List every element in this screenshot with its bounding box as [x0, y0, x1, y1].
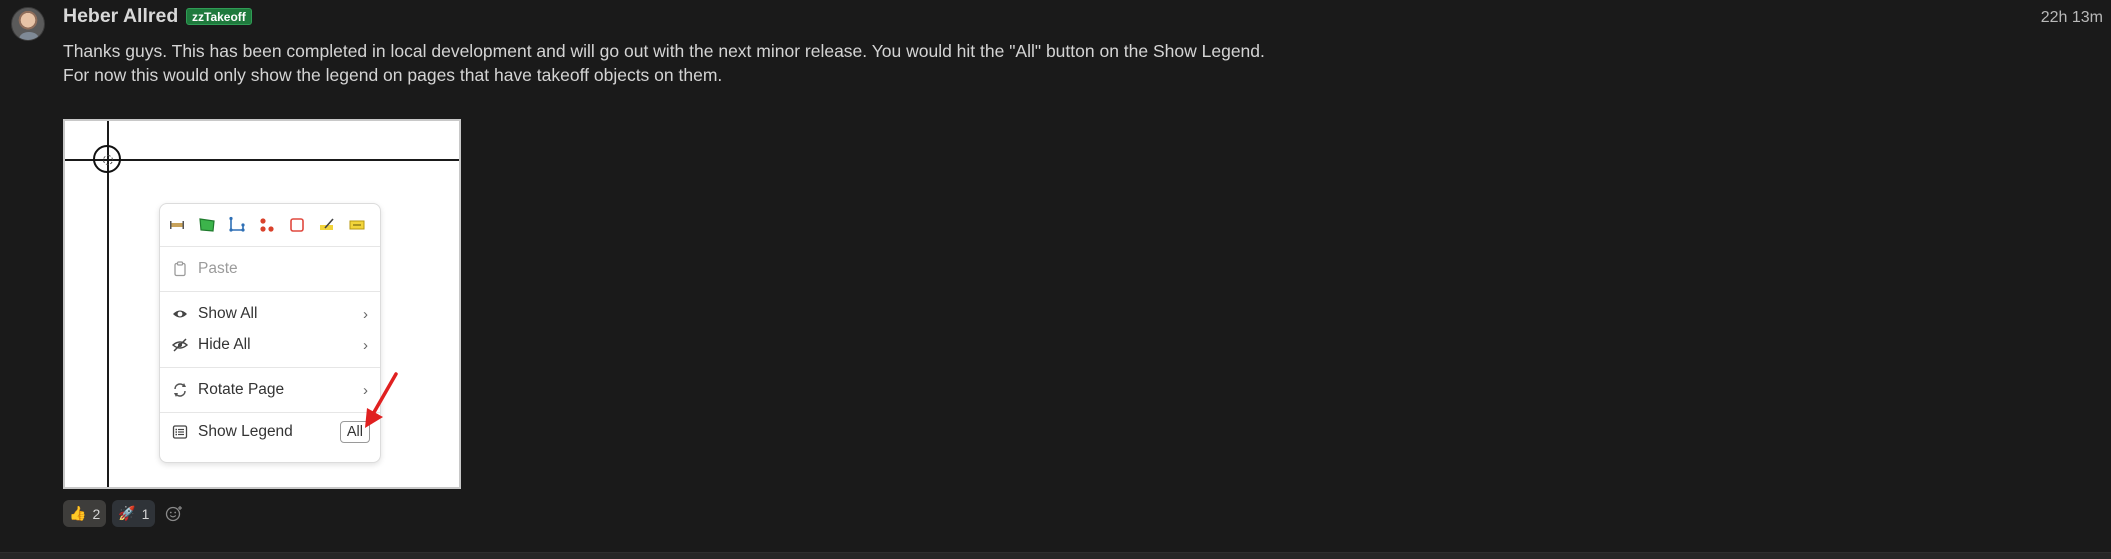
crosshair-cursor-icon	[93, 145, 121, 173]
tool-icon-row	[168, 213, 372, 237]
menu-item-label: Rotate Page	[198, 381, 285, 398]
message-divider	[0, 552, 2111, 559]
area-tool-icon	[198, 216, 216, 234]
rotate-icon	[172, 382, 188, 398]
reaction-count: 1	[141, 505, 150, 522]
add-reaction-icon[interactable]	[165, 505, 183, 523]
rectangle-tool-icon	[288, 216, 306, 234]
eye-icon	[172, 306, 188, 322]
menu-item-label: Hide All	[198, 336, 251, 353]
attached-screenshot[interactable]: Paste Show All › Hide All › Rotate Page …	[63, 119, 461, 489]
rocket-icon: 🚀	[118, 505, 136, 521]
menu-item-paste[interactable]: Paste	[172, 256, 368, 282]
chevron-right-icon: ›	[363, 336, 368, 354]
context-menu: Paste Show All › Hide All › Rotate Page …	[159, 203, 381, 463]
crosshair-guide-horizontal	[65, 159, 459, 161]
message-text-line: Thanks guys. This has been completed in …	[63, 41, 1265, 61]
message-text-line: For now this would only show the legend …	[63, 65, 723, 85]
menu-divider	[160, 246, 380, 247]
menu-item-rotate-page[interactable]: Rotate Page ›	[172, 377, 368, 403]
menu-item-label: Show All	[198, 305, 258, 322]
menu-divider	[160, 367, 380, 368]
author-name[interactable]: Heber Allred	[63, 5, 178, 28]
thumbs-up-icon: 👍	[69, 505, 87, 521]
menu-divider	[160, 412, 380, 413]
highlight-tool-icon	[318, 216, 336, 234]
menu-item-label: Paste	[198, 260, 238, 277]
reaction-rocket[interactable]: 🚀 1	[112, 500, 156, 527]
chevron-right-icon: ›	[363, 305, 368, 323]
menu-divider	[160, 291, 380, 292]
note-tool-icon	[348, 216, 366, 234]
avatar[interactable]	[11, 7, 45, 41]
role-badge: zzTakeoff	[186, 8, 252, 25]
legend-list-icon	[172, 424, 188, 440]
message-timestamp: 22h 13m	[2040, 9, 2103, 26]
count-tool-icon	[258, 216, 276, 234]
reaction-bar: 👍 2 🚀 1	[63, 500, 183, 527]
menu-item-show-legend[interactable]: Show Legend	[172, 419, 302, 445]
clipboard-icon	[172, 261, 188, 277]
menu-item-label: Show Legend	[198, 423, 293, 440]
chat-message: Heber Allred zzTakeoff 22h 13m Thanks gu…	[0, 0, 2111, 549]
menu-item-hide-all[interactable]: Hide All ›	[171, 332, 368, 358]
linear-tool-icon	[168, 216, 186, 234]
red-arrow-annotation	[365, 372, 398, 428]
crosshair-guide-vertical	[107, 121, 109, 487]
reaction-thumbs-up[interactable]: 👍 2	[63, 500, 107, 527]
reaction-count: 2	[92, 505, 101, 522]
segment-tool-icon	[228, 216, 246, 234]
menu-item-show-all[interactable]: Show All ›	[172, 301, 368, 327]
eye-off-icon	[171, 337, 189, 353]
